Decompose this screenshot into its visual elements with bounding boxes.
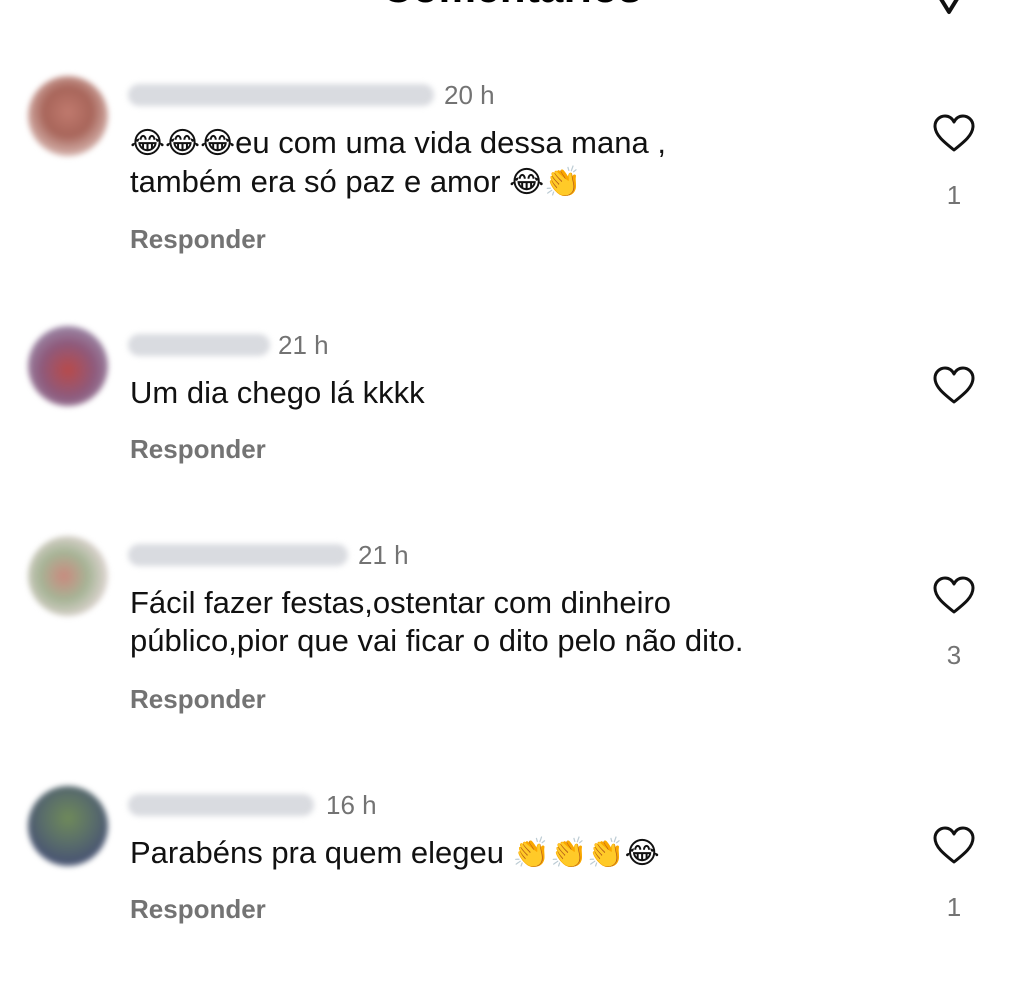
reply-button[interactable]: Responder xyxy=(130,684,266,715)
username-blurred[interactable] xyxy=(128,334,270,356)
comment-text: Parabéns pra quem elegeu 👏👏👏😂 xyxy=(130,834,890,873)
reply-button[interactable]: Responder xyxy=(130,224,266,255)
comment-text-line: Parabéns pra quem elegeu xyxy=(130,835,513,870)
avatar[interactable] xyxy=(28,76,108,156)
comment-item: 21 h Um dia chego lá kkkk Responder xyxy=(0,322,1024,522)
comment-item: 21 h Fácil fazer festas,ostentar com din… xyxy=(0,532,1024,732)
comment-text: Um dia chego lá kkkk xyxy=(130,374,890,412)
username-blurred[interactable] xyxy=(128,84,434,106)
heart-icon[interactable] xyxy=(932,114,976,154)
heart-icon[interactable] xyxy=(932,826,976,866)
comment-time: 20 h xyxy=(444,80,495,110)
comment-item: 16 h Parabéns pra quem elegeu 👏👏👏😂 Respo… xyxy=(0,782,1024,982)
header-title: Comentários xyxy=(0,0,1024,12)
heart-icon[interactable] xyxy=(932,576,976,616)
comment-time: 16 h xyxy=(326,790,377,820)
username-blurred[interactable] xyxy=(128,544,348,566)
comment-item: 20 h 😂😂😂eu com uma vida dessa mana , tam… xyxy=(0,72,1024,272)
comment-text-line: também era só paz e amor xyxy=(130,164,510,199)
like-count: 1 xyxy=(946,892,962,922)
comment-text-line: eu com uma vida dessa mana , xyxy=(235,125,666,160)
reply-button[interactable]: Responder xyxy=(130,434,266,465)
comment-text-line: Um dia chego lá kkkk xyxy=(130,375,425,410)
comment-time: 21 h xyxy=(278,330,329,360)
avatar[interactable] xyxy=(28,536,108,616)
heart-icon[interactable] xyxy=(932,366,976,406)
comment-time: 21 h xyxy=(358,540,409,570)
comment-text-line: Fácil fazer festas,ostentar com dinheiro xyxy=(130,585,672,620)
username-blurred[interactable] xyxy=(128,794,314,816)
like-count: 1 xyxy=(946,180,962,210)
comment-text-line: público,pior que vai ficar o dito pelo n… xyxy=(130,623,744,658)
avatar[interactable] xyxy=(28,326,108,406)
emoji-laughing: 😂😂😂 xyxy=(130,126,236,161)
comments-header: Comentários xyxy=(0,0,1024,18)
comment-text: 😂😂😂eu com uma vida dessa mana , também e… xyxy=(130,124,890,202)
emoji-laughing-clap: 😂👏 xyxy=(509,165,582,200)
avatar[interactable] xyxy=(28,786,108,866)
emoji-clap-laughing: 👏👏👏😂 xyxy=(512,836,660,871)
comment-text: Fácil fazer festas,ostentar com dinheiro… xyxy=(130,584,890,660)
reply-button[interactable]: Responder xyxy=(130,894,266,925)
like-count: 3 xyxy=(946,640,962,670)
filter-icon[interactable] xyxy=(929,0,969,18)
